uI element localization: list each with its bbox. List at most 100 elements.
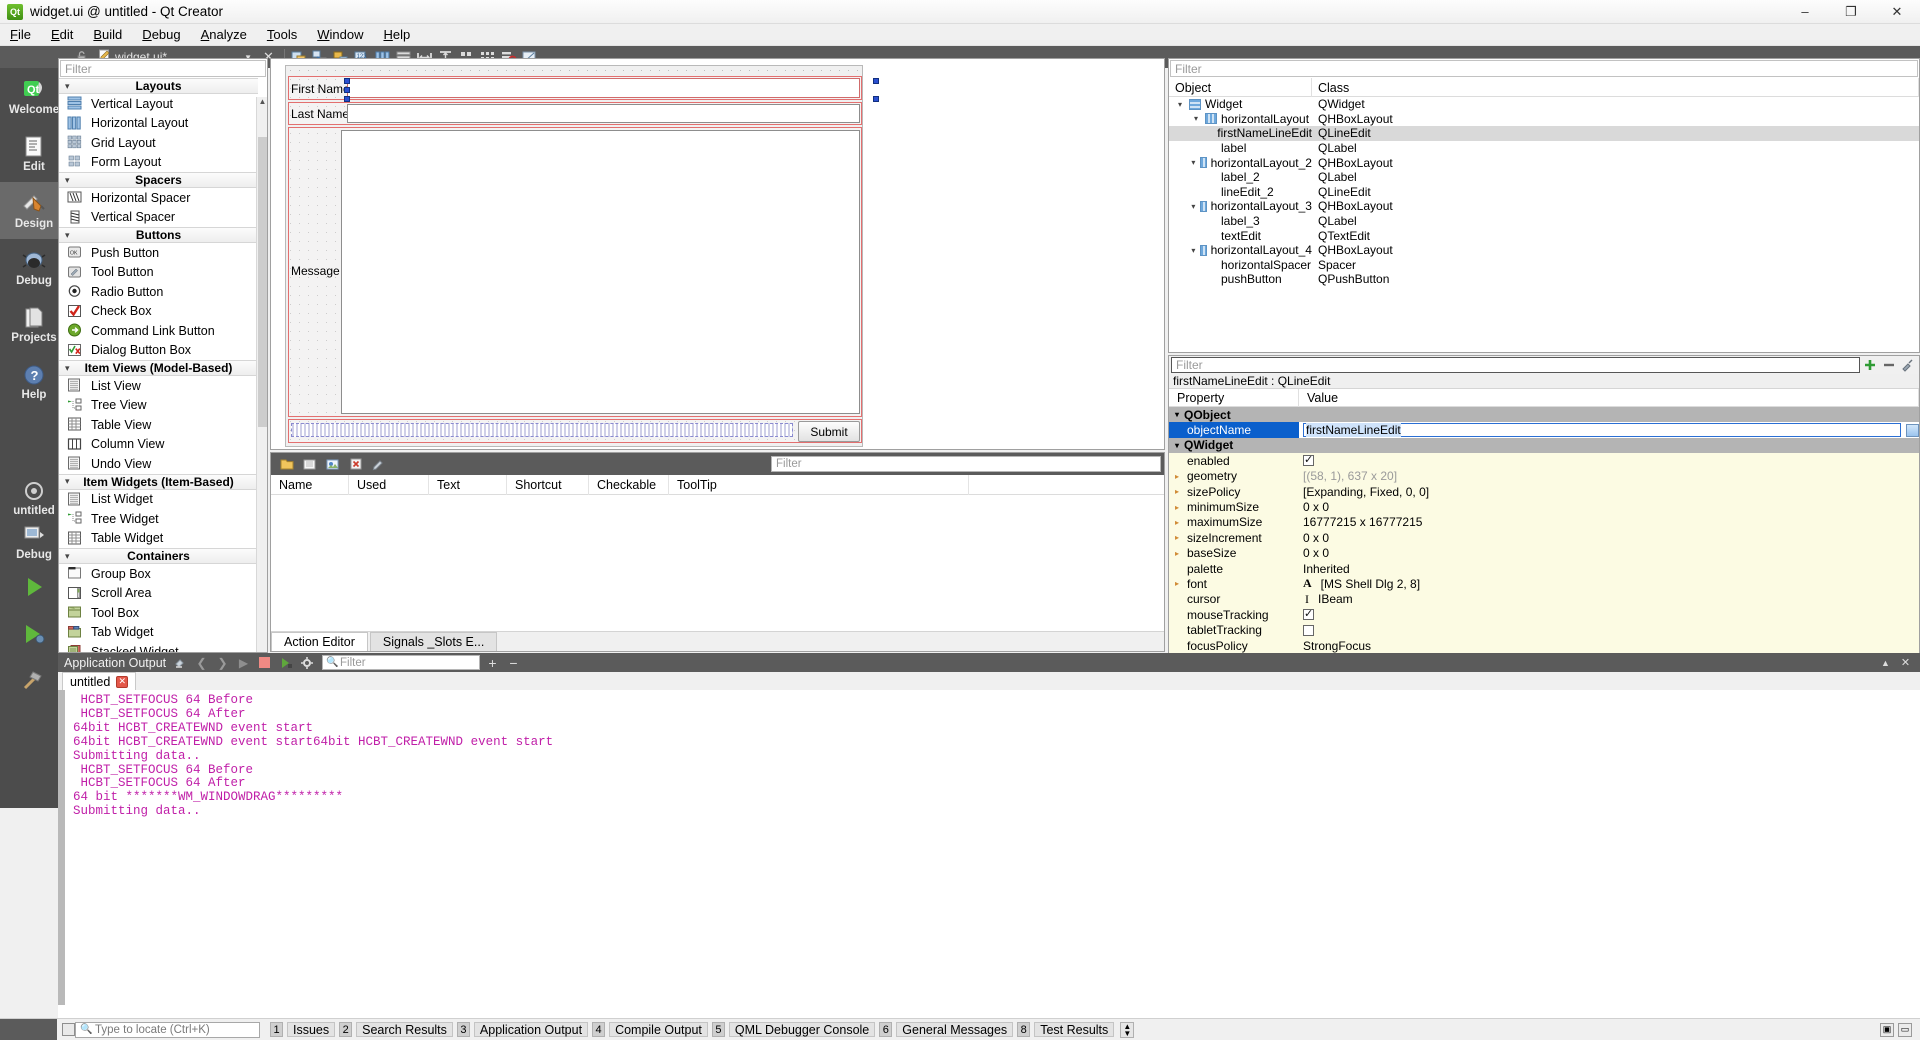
widgetbox-section-item-views-model-based[interactable]: ▾ Item Views (Model-Based) <box>59 360 258 376</box>
stop-icon[interactable] <box>256 654 273 671</box>
resize-handle-top-left[interactable] <box>344 78 350 84</box>
first-name-input[interactable] <box>347 78 860 98</box>
edit-action-icon[interactable] <box>369 455 388 474</box>
menu-debug[interactable]: Debug <box>132 25 190 44</box>
menu-file[interactable]: File <box>0 25 41 44</box>
run-icon[interactable]: ▶ <box>235 654 252 671</box>
remove-dynamic-property-icon[interactable] <box>1881 357 1897 373</box>
next-item-icon[interactable]: ❯ <box>214 654 231 671</box>
attach-debugger-icon[interactable] <box>277 654 294 671</box>
property-row-sizePolicy[interactable]: ▸ sizePolicy [Expanding, Fixed, 0, 0] <box>1169 483 1919 500</box>
property-checkbox[interactable] <box>1303 607 1314 621</box>
settings-gear-icon[interactable] <box>298 654 315 671</box>
object-row[interactable]: label_3 QLabel <box>1169 214 1919 229</box>
widget-item-grid-layout[interactable]: Grid Layout <box>59 133 258 153</box>
message-label[interactable]: Message <box>291 264 340 278</box>
object-row[interactable]: lineEdit_2 QLineEdit <box>1169 185 1919 200</box>
object-row[interactable]: textEdit QTextEdit <box>1169 228 1919 243</box>
action-column-tooltip[interactable]: ToolTip <box>669 474 969 495</box>
view-list-icon[interactable] <box>300 455 319 474</box>
minimize-button[interactable]: – <box>1782 0 1828 24</box>
property-checkbox[interactable] <box>1303 624 1314 636</box>
object-row[interactable]: label_2 QLabel <box>1169 170 1919 185</box>
prev-item-icon[interactable]: ❮ <box>193 654 210 671</box>
menu-edit[interactable]: Edit <box>41 25 83 44</box>
remove-filter-icon[interactable]: − <box>505 654 522 671</box>
close-panel-icon[interactable]: ✕ <box>1897 654 1914 671</box>
output-pane-tab-compile-output[interactable]: 4 Compile Output <box>592 1022 708 1037</box>
tab-action-editor[interactable]: Action Editor <box>271 632 368 651</box>
output-pane-tab-application-output[interactable]: 3 Application Output <box>456 1022 589 1037</box>
widgetbox-section-spacers[interactable]: ▾ Spacers <box>59 172 258 188</box>
chevron-down-icon[interactable]: ▾ <box>1175 100 1185 109</box>
first-name-label[interactable]: First Name <box>291 82 350 96</box>
property-row-cursor[interactable]: cursor I IBeam <box>1169 591 1919 608</box>
property-row-baseSize[interactable]: ▸ baseSize 0 x 0 <box>1169 545 1919 561</box>
widget-item-table-view[interactable]: Table View <box>59 415 258 435</box>
widget-item-command-link-button[interactable]: Command Link Button <box>59 321 258 341</box>
maximize-button[interactable]: ❐ <box>1828 0 1874 24</box>
property-row-maximumSize[interactable]: ▸ maximumSize 16777215 x 16777215 <box>1169 514 1919 531</box>
column-class[interactable]: Class <box>1312 78 1919 97</box>
resize-handle-left[interactable] <box>344 87 350 93</box>
widget-item-dialog-button-box[interactable]: Dialog Button Box <box>59 341 258 361</box>
chevron-right-icon[interactable]: ▸ <box>1175 549 1179 558</box>
action-column-shortcut[interactable]: Shortcut <box>507 474 589 495</box>
widget-item-vertical-layout[interactable]: Vertical Layout <box>59 94 258 114</box>
widget-item-tool-box[interactable]: Tool Box <box>59 603 258 623</box>
resize-handle-top-right[interactable] <box>873 78 879 84</box>
maximize-icon[interactable]: ▣ <box>1880 1022 1894 1037</box>
view-icons-icon[interactable] <box>323 455 342 474</box>
form-window[interactable]: First Name Last Name Message Submit <box>285 65 879 447</box>
menu-tools[interactable]: Tools <box>257 25 307 44</box>
widget-item-horizontal-layout[interactable]: Horizontal Layout <box>59 114 258 134</box>
chevron-right-icon[interactable]: ▸ <box>1175 472 1179 481</box>
property-row-palette[interactable]: palette Inherited <box>1169 560 1919 577</box>
new-action-icon[interactable] <box>277 455 296 474</box>
property-row-objectName[interactable]: objectName firstNameLineEdit <box>1169 422 1919 438</box>
object-row[interactable]: ▾ horizontalLayout_4 QHBoxLayout <box>1169 243 1919 258</box>
last-name-input[interactable] <box>347 104 860 123</box>
property-row-sizeIncrement[interactable]: ▸ sizeIncrement 0 x 0 <box>1169 530 1919 546</box>
submit-button[interactable]: Submit <box>798 421 860 442</box>
locator-input[interactable]: 🔍 Type to locate (Ctrl+K) <box>75 1021 260 1038</box>
widget-item-list-view[interactable]: List View <box>59 376 258 396</box>
minimize-icon[interactable]: ▭ <box>1898 1022 1912 1037</box>
resize-handle-bottom-right[interactable] <box>873 96 879 102</box>
output-pane-nav[interactable]: ▲ ▼ <box>1120 1021 1135 1038</box>
object-row[interactable]: ▾ horizontalLayout QHBoxLayout <box>1169 112 1919 127</box>
widget-item-vertical-spacer[interactable]: Vertical Spacer <box>59 208 258 228</box>
widget-item-table-widget[interactable]: Table Widget <box>59 529 258 549</box>
action-column-checkable[interactable]: Checkable <box>589 474 669 495</box>
output-pane-tab-general-messages[interactable]: 6 General Messages <box>879 1022 1014 1037</box>
reset-property-icon[interactable] <box>1906 423 1919 437</box>
widget-item-push-button[interactable]: OK Push Button <box>59 243 258 263</box>
widgetbox-section-item-widgets-item-based[interactable]: ▾ Item Widgets (Item-Based) <box>59 473 258 490</box>
widget-item-tree-widget[interactable]: Tree Widget <box>59 509 258 529</box>
property-row-tabletTracking[interactable]: tabletTracking <box>1169 622 1919 638</box>
tab-signals-slots-editor[interactable]: Signals _Slots E... <box>369 632 498 651</box>
property-row-focusPolicy[interactable]: focusPolicy StrongFocus <box>1169 637 1919 654</box>
object-row[interactable]: firstNameLineEdit QLineEdit <box>1169 126 1919 141</box>
chevron-right-icon[interactable]: ▸ <box>1175 533 1179 542</box>
property-row-geometry[interactable]: ▸ geometry [(58, 1), 637 x 20] <box>1169 468 1919 484</box>
menu-help[interactable]: Help <box>373 25 420 44</box>
widget-item-horizontal-spacer[interactable]: Horizontal Spacer <box>59 188 258 208</box>
widget-item-check-box[interactable]: Check Box <box>59 302 258 322</box>
widget-item-scroll-area[interactable]: Scroll Area <box>59 584 258 604</box>
property-editor-filter[interactable]: Filter <box>1171 357 1860 373</box>
widget-box-scrollbar[interactable]: ▲ ▼ <box>256 97 267 652</box>
object-row[interactable]: label QLabel <box>1169 141 1919 156</box>
configure-icon[interactable] <box>1900 357 1916 373</box>
column-property[interactable]: Property <box>1169 389 1299 407</box>
property-row-enabled[interactable]: enabled <box>1169 453 1919 469</box>
widget-item-group-box[interactable]: Group Box <box>59 564 258 584</box>
last-name-label[interactable]: Last Name <box>291 107 349 121</box>
output-pane-tab-test-results[interactable]: 8 Test Results <box>1017 1022 1115 1037</box>
chevron-down-icon[interactable]: ▾ <box>1175 410 1179 419</box>
application-output-filter[interactable]: 🔍 Filter <box>322 655 480 670</box>
widget-box-filter[interactable]: Filter <box>60 60 266 77</box>
object-inspector-filter[interactable]: Filter <box>1170 60 1918 77</box>
chevron-down-icon[interactable]: ▾ <box>1191 114 1201 123</box>
form-designer-canvas[interactable]: First Name Last Name Message Submit <box>270 58 1165 450</box>
